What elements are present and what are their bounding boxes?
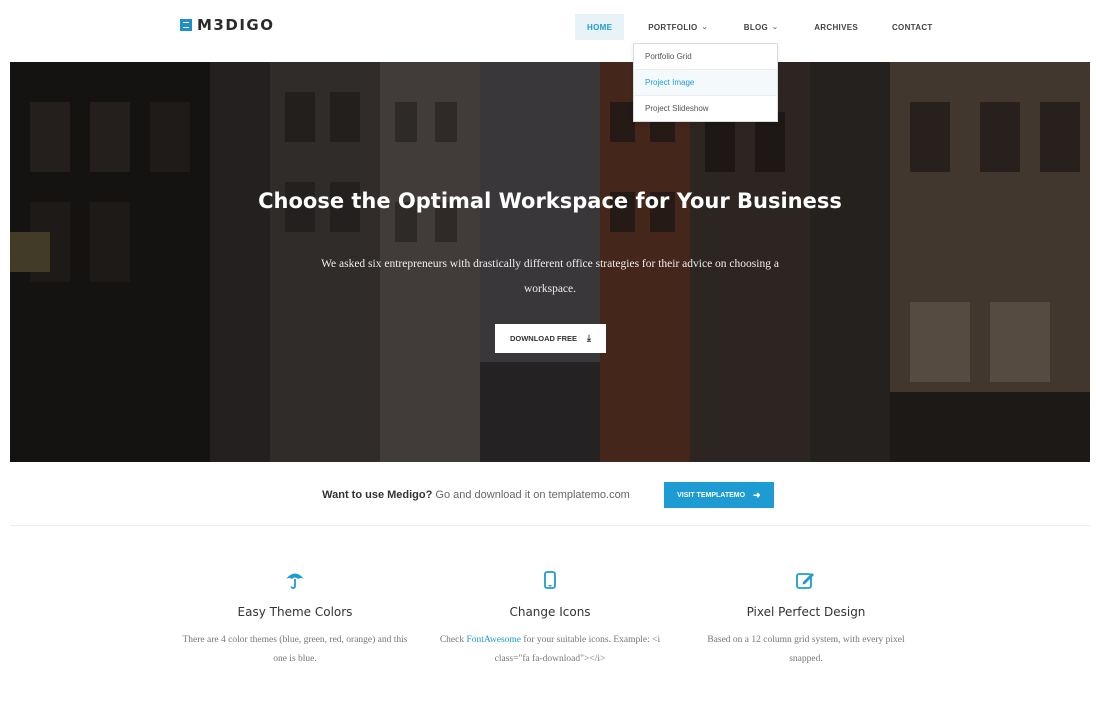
callout-text: Want to use Medigo? Go and download it o… (322, 489, 630, 501)
hero-title: Choose the Optimal Workspace for Your Bu… (258, 189, 842, 213)
edit-icon (691, 568, 921, 592)
nav-blog-label: BLOG (743, 22, 769, 32)
download-free-label: DOWNLOAD FREE (509, 334, 578, 343)
callout-rest: Go and download it on templatemo.com (432, 489, 630, 501)
nav-archives-label: ARCHIVES (814, 22, 858, 32)
chevron-down-icon: ⌄ (772, 24, 779, 31)
main-nav: HOME PORTFOLIO ⌄ BLOG ⌄ ARCHIVES CONTACT (575, 14, 955, 40)
logo-text: M3DIGO (197, 16, 275, 34)
callout-bold: Want to use Medigo? (322, 489, 433, 501)
umbrella-icon (180, 568, 410, 592)
feature-text: Check FontAwesome for your suitable icon… (435, 631, 665, 669)
dropdown-portfolio-grid[interactable]: Portfolio Grid (634, 44, 777, 70)
feature-change-icons: Change Icons Check FontAwesome for your … (435, 568, 665, 669)
nav-blog[interactable]: BLOG ⌄ (732, 14, 790, 40)
hero-banner: Choose the Optimal Workspace for Your Bu… (10, 62, 1090, 462)
nav-archives[interactable]: ARCHIVES (802, 14, 870, 40)
visit-templatemo-label: VISIT TEMPLATEMO (677, 491, 746, 499)
fontawesome-link[interactable]: FontAwesome (466, 635, 521, 645)
hero-subtitle: We asked six entrepreneurs with drastica… (321, 258, 779, 295)
feature-text-before: Check (439, 635, 467, 645)
callout-bar: Want to use Medigo? Go and download it o… (0, 482, 1096, 508)
feature-title: Easy Theme Colors (237, 605, 353, 619)
dropdown-project-slideshow[interactable]: Project Slideshow (634, 96, 777, 121)
chevron-down-icon: ⌄ (701, 24, 708, 31)
nav-contact-label: CONTACT (891, 22, 933, 32)
nav-home[interactable]: HOME (575, 14, 625, 40)
download-icon: ⤓ (587, 333, 592, 343)
section-divider (10, 525, 1090, 526)
feature-title: Pixel Perfect Design (746, 605, 866, 619)
nav-contact[interactable]: CONTACT (880, 14, 945, 40)
site-logo[interactable]: M3DIGO (180, 16, 274, 34)
arrow-right-icon: ➜ (753, 489, 761, 500)
nav-home-label: HOME (587, 22, 613, 32)
feature-pixel-perfect: Pixel Perfect Design Based on a 12 colum… (691, 568, 921, 669)
mobile-icon (435, 568, 665, 592)
feature-text: There are 4 color themes (blue, green, r… (182, 635, 408, 664)
feature-text: Based on a 12 column grid system, with e… (707, 635, 905, 664)
nav-portfolio[interactable]: PORTFOLIO ⌄ (636, 14, 720, 40)
portfolio-dropdown: Portfolio Grid Project Image Project Sli… (633, 43, 778, 122)
visit-templatemo-button[interactable]: VISIT TEMPLATEMO ➜ (663, 482, 774, 508)
dropdown-project-image[interactable]: Project Image (634, 70, 777, 96)
feature-title: Change Icons (509, 605, 591, 619)
logo-mark-icon (180, 19, 192, 31)
feature-theme-colors: Easy Theme Colors There are 4 color them… (180, 568, 410, 669)
download-free-button[interactable]: DOWNLOAD FREE ⤓ (495, 324, 606, 353)
nav-portfolio-label: PORTFOLIO (648, 22, 698, 32)
